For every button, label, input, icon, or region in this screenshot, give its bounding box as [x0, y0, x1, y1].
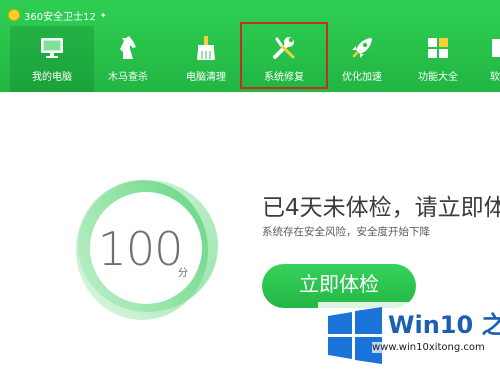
app-title: 360安全卫士12	[24, 11, 96, 23]
app-window: 360安全卫士12 ✦ 我的电脑 木马查杀 电脑清理 系统修复 优化加速 功能大…	[0, 0, 500, 375]
horse-icon	[114, 34, 142, 62]
app-logo-icon	[8, 9, 20, 21]
nav-label: 软	[490, 72, 500, 83]
nav-label: 优化加速	[342, 72, 382, 83]
score-value: 100	[97, 222, 184, 276]
nav-label: 功能大全	[418, 72, 458, 83]
grid-icon	[424, 34, 452, 62]
broom-icon	[192, 34, 220, 62]
title-bar: 360安全卫士12 ✦	[8, 6, 107, 24]
status-subtext: 系统存在安全风险，安全度开始下降	[262, 226, 430, 238]
watermark-url: www.win10xitong.com	[372, 342, 485, 353]
score-unit: 分	[178, 268, 188, 279]
highlight-annotation-box	[240, 22, 328, 89]
nav-item-speed-up[interactable]: 优化加速	[320, 26, 404, 92]
monitor-icon	[38, 34, 66, 62]
nav-item-trojan-scan[interactable]: 木马查杀	[86, 26, 170, 92]
nav-item-my-computer[interactable]: 我的电脑	[10, 26, 94, 92]
nav-label: 木马查杀	[108, 72, 148, 83]
nav-item-cleanup[interactable]: 电脑清理	[164, 26, 248, 92]
nav-item-software[interactable]: 软	[462, 26, 500, 92]
watermark-title: Win10 之家	[388, 311, 500, 339]
pin-icon[interactable]: ✦	[100, 11, 107, 20]
software-icon	[462, 34, 500, 62]
rocket-icon	[348, 34, 376, 62]
nav-label: 我的电脑	[32, 72, 72, 83]
nav-label: 电脑清理	[186, 72, 226, 83]
status-headline: 已4天未体检，请立即体	[262, 195, 500, 221]
